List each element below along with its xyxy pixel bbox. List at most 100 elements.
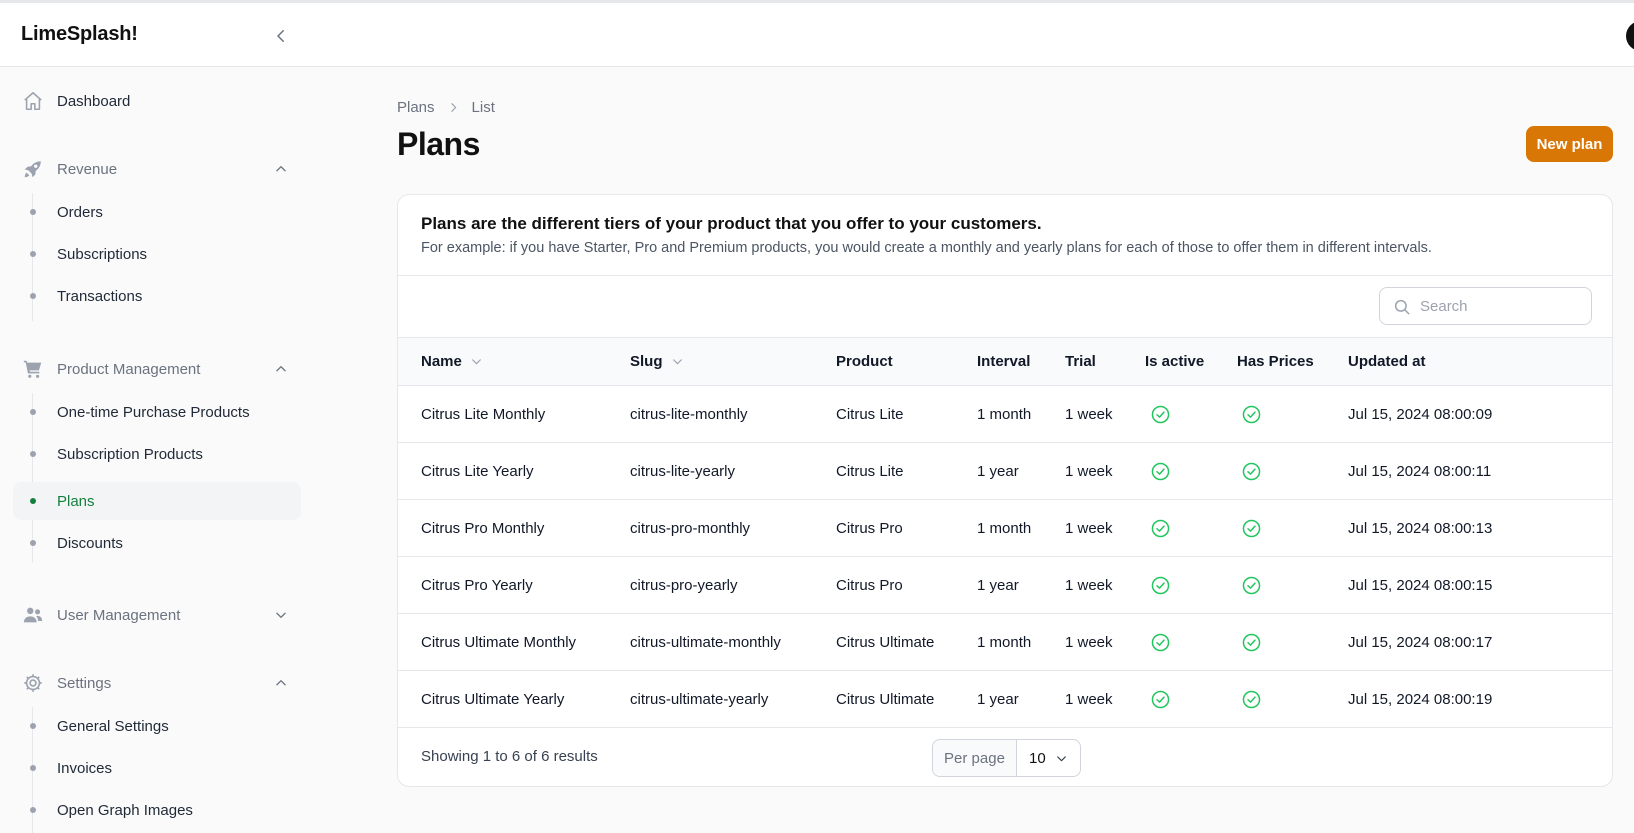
brand-logo[interactable]: LimeSplash!	[21, 23, 138, 46]
sidebar-item-label: Subscriptions	[57, 245, 148, 263]
chevron-down-icon	[470, 355, 483, 368]
chevron-right-icon	[447, 101, 460, 114]
bullet	[30, 209, 36, 215]
table-header: Name Slug Product Interval Trial Is acti…	[398, 337, 1612, 386]
sidebar-item-label: General Settings	[57, 717, 169, 735]
cell-interval: 1 month	[977, 633, 1032, 651]
sidebar-item-subscription-products[interactable]: Subscription Products	[13, 435, 301, 473]
column-header-trial: Trial	[1065, 353, 1096, 370]
check-circle-icon	[1150, 404, 1171, 425]
cell-interval: 1 year	[977, 576, 1019, 594]
sidebar-item-plans[interactable]: Plans	[13, 482, 301, 520]
table-row[interactable]: Citrus Ultimate Yearly citrus-ultimate-ye…	[398, 671, 1612, 728]
info-title: Plans are the different tiers of your pr…	[421, 214, 1042, 233]
cell-product: Citrus Ultimate	[836, 633, 935, 651]
rocket-icon	[21, 157, 45, 181]
breadcrumb-link-plans[interactable]: Plans	[397, 99, 435, 116]
column-header-product: Product	[836, 353, 893, 370]
sidebar-item-orders[interactable]: Orders	[13, 193, 301, 231]
table-row[interactable]: Citrus Pro Yearly citrus-pro-yearly Citrus…	[398, 557, 1612, 614]
sidebar-item-transactions[interactable]: Transactions	[13, 277, 301, 315]
bullet	[30, 251, 36, 257]
cell-product: Citrus Lite	[836, 405, 904, 423]
sidebar-item-one-time-purchase-products[interactable]: One-time Purchase Products	[13, 393, 301, 431]
info-description: For example: if you have Starter, Pro an…	[421, 240, 1432, 256]
cell-trial: 1 week	[1065, 576, 1113, 594]
sidebar-item-subscriptions[interactable]: Subscriptions	[13, 235, 301, 273]
sidebar-group-product-management[interactable]: Product Management	[21, 356, 200, 382]
cell-name: Citrus Ultimate Monthly	[421, 633, 577, 651]
sidebar-item-discounts[interactable]: Discounts	[13, 524, 301, 562]
column-label: Slug	[630, 353, 663, 370]
sidebar-item-label: One-time Purchase Products	[57, 403, 250, 421]
chevron-up-icon[interactable]	[273, 161, 289, 177]
cell-trial: 1 week	[1065, 690, 1113, 708]
sidebar-group-user-management[interactable]: User Management	[21, 602, 180, 628]
sidebar-item-label: Discounts	[57, 534, 123, 552]
table-row[interactable]: Citrus Lite Monthly citrus-lite-monthly Ci…	[398, 386, 1612, 443]
breadcrumb-current: List	[471, 99, 495, 116]
column-header-interval: Interval	[977, 353, 1031, 370]
new-plan-button[interactable]: New plan	[1526, 126, 1613, 162]
cell-slug: citrus-pro-yearly	[630, 576, 738, 594]
table-row[interactable]: Citrus Pro Monthly citrus-pro-monthly Citr…	[398, 500, 1612, 557]
results-count: Showing 1 to 6 of 6 results	[421, 748, 598, 765]
check-circle-icon	[1150, 461, 1171, 482]
gear-icon	[21, 671, 45, 695]
check-circle-icon	[1241, 575, 1262, 596]
column-header-slug[interactable]: Slug	[630, 338, 684, 385]
chevron-left-icon	[277, 30, 284, 42]
check-circle-icon	[1150, 575, 1171, 596]
sidebar-item-label: Orders	[57, 203, 103, 221]
sidebar-group-settings[interactable]: Settings	[21, 670, 111, 696]
bullet	[30, 293, 36, 299]
sidebar-group-label: Revenue	[57, 160, 118, 178]
top-bar: LimeSplash!	[0, 0, 1634, 67]
bullet	[30, 409, 36, 415]
page-title: Plans	[397, 126, 480, 162]
sidebar-item-label: Invoices	[57, 759, 113, 777]
cell-slug: citrus-ultimate-yearly	[630, 690, 769, 708]
search-input[interactable]	[1420, 288, 1585, 324]
cell-slug: citrus-ultimate-monthly	[630, 633, 781, 651]
breadcrumb: Plans List	[397, 99, 495, 116]
sidebar-item-invoices[interactable]: Invoices	[13, 749, 301, 787]
column-header-updated-at: Updated at	[1348, 353, 1426, 370]
sidebar-item-label: Dashboard	[57, 92, 131, 110]
cell-slug: citrus-lite-yearly	[630, 462, 736, 480]
bullet	[30, 807, 36, 813]
cell-slug: citrus-pro-monthly	[630, 519, 751, 537]
column-header-name[interactable]: Name	[421, 338, 483, 385]
chevron-down-icon	[1057, 755, 1066, 761]
bullet	[30, 765, 36, 771]
sidebar-item-general-settings[interactable]: General Settings	[13, 707, 301, 745]
per-page-select[interactable]: 10	[1017, 740, 1080, 776]
cell-product: Citrus Pro	[836, 519, 903, 537]
users-icon	[21, 603, 45, 627]
sidebar-item-label: Subscription Products	[57, 445, 203, 463]
table-row[interactable]: Citrus Lite Yearly citrus-lite-yearly Citr…	[398, 443, 1612, 500]
avatar[interactable]	[1626, 21, 1634, 51]
cell-updated-at: Jul 15, 2024 08:00:11	[1348, 462, 1492, 480]
check-circle-icon	[1241, 461, 1262, 482]
sidebar-item-open-graph-images[interactable]: Open Graph Images	[13, 791, 301, 829]
check-circle-icon	[1150, 689, 1171, 710]
sidebar-item-dashboard[interactable]: Dashboard	[21, 88, 130, 114]
cell-interval: 1 month	[977, 405, 1032, 423]
table-footer: Showing 1 to 6 of 6 results Per page 10	[398, 729, 1612, 786]
cell-product: Citrus Ultimate	[836, 690, 935, 708]
chevron-up-icon[interactable]	[273, 361, 289, 377]
check-circle-icon	[1241, 689, 1262, 710]
cell-product: Citrus Lite	[836, 462, 904, 480]
cell-trial: 1 week	[1065, 633, 1113, 651]
sidebar: Dashboard Revenue Orders Subscriptions T…	[0, 67, 315, 833]
sidebar-group-revenue[interactable]: Revenue	[21, 156, 117, 182]
collapse-sidebar-button[interactable]	[270, 25, 292, 47]
table-row[interactable]: Citrus Ultimate Monthly citrus-ultimate-m…	[398, 614, 1612, 671]
search-field[interactable]	[1379, 287, 1592, 325]
chevron-up-icon[interactable]	[273, 675, 289, 691]
chevron-down-icon[interactable]	[273, 607, 289, 623]
column-header-is-active: Is active	[1145, 353, 1205, 370]
cell-updated-at: Jul 15, 2024 08:00:13	[1348, 519, 1493, 537]
cell-updated-at: Jul 15, 2024 08:00:17	[1348, 633, 1493, 651]
